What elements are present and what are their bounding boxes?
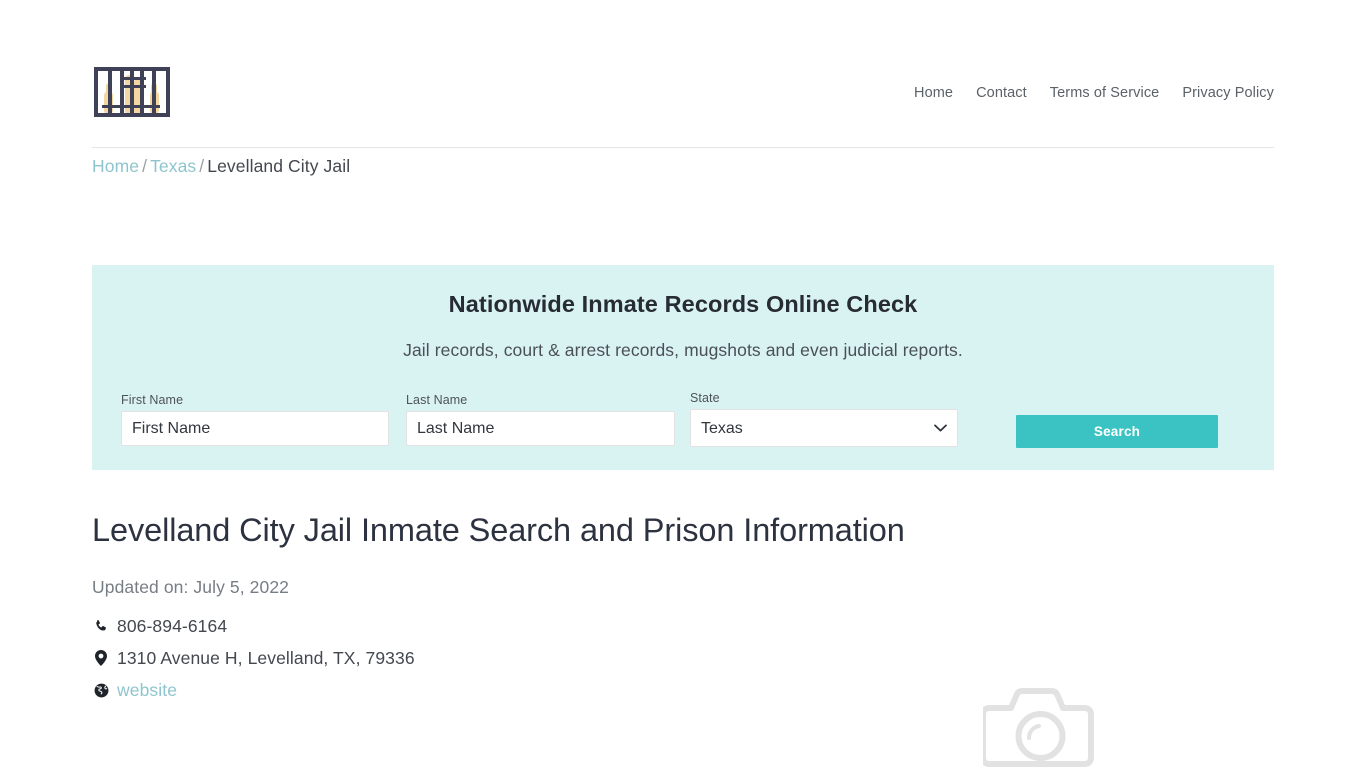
breadcrumb: Home / Texas / Levelland City Jail <box>92 156 350 177</box>
last-name-input[interactable] <box>406 411 675 446</box>
inmate-search-form: First Name Last Name State Texas <box>92 391 1274 463</box>
main-nav: Home Contact Terms of Service Privacy Po… <box>914 85 1274 103</box>
site-header: Home Contact Terms of Service Privacy Po… <box>92 40 1274 148</box>
breadcrumb-current: Levelland City Jail <box>207 156 351 176</box>
detail-item-phone: 806-894-6164 <box>92 610 415 642</box>
nav-link-privacy-policy[interactable]: Privacy Policy <box>1182 85 1274 101</box>
globe-icon <box>92 681 110 699</box>
detail-link-website[interactable]: website <box>117 680 177 701</box>
page-title: Levelland City Jail Inmate Search and Pr… <box>92 512 905 548</box>
nav-link-contact[interactable]: Contact <box>976 85 1027 101</box>
search-button[interactable]: Search <box>1016 415 1218 448</box>
state-select-wrapper: Texas <box>690 409 958 447</box>
first-name-label: First Name <box>121 393 184 407</box>
state-label: State <box>690 391 720 405</box>
search-panel-subtitle: Jail records, court & arrest records, mu… <box>403 340 963 360</box>
last-name-label: Last Name <box>406 393 468 407</box>
state-select[interactable]: Texas <box>690 409 958 447</box>
first-name-field-group: First Name <box>121 393 389 446</box>
nav-link-terms-of-service[interactable]: Terms of Service <box>1050 85 1160 101</box>
photo-placeholder <box>980 678 1098 768</box>
camera-icon <box>980 688 1094 767</box>
search-panel-title: Nationwide Inmate Records Online Check <box>448 291 918 317</box>
detail-item-address: 1310 Avenue H, Levelland, TX, 79336 <box>92 642 415 674</box>
detail-text-address: 1310 Avenue H, Levelland, TX, 79336 <box>117 647 415 668</box>
phone-icon <box>92 617 110 635</box>
breadcrumb-link-home[interactable]: Home <box>92 156 139 176</box>
first-name-input[interactable] <box>121 411 389 446</box>
page-root: Home Contact Terms of Service Privacy Po… <box>0 0 1366 768</box>
detail-text-phone: 806-894-6164 <box>117 615 228 636</box>
last-name-field-group: Last Name <box>406 393 675 446</box>
facility-details-list: 806-894-6164 1310 Avenue H, Levelland, T… <box>92 610 415 706</box>
inmate-search-panel: Nationwide Inmate Records Online Check J… <box>92 265 1274 470</box>
jail-bars-logo[interactable] <box>92 63 172 125</box>
detail-item-website: website <box>92 674 415 706</box>
nav-link-home[interactable]: Home <box>914 85 953 101</box>
state-field-group: State Texas <box>690 391 958 447</box>
breadcrumb-separator-2: / <box>199 156 205 176</box>
updated-on-text: Updated on: July 5, 2022 <box>92 577 289 597</box>
breadcrumb-separator-1: / <box>142 156 148 176</box>
jail-bars-logo-icon <box>94 66 170 117</box>
breadcrumb-link-texas[interactable]: Texas <box>150 156 196 176</box>
map-pin-icon <box>92 649 110 667</box>
